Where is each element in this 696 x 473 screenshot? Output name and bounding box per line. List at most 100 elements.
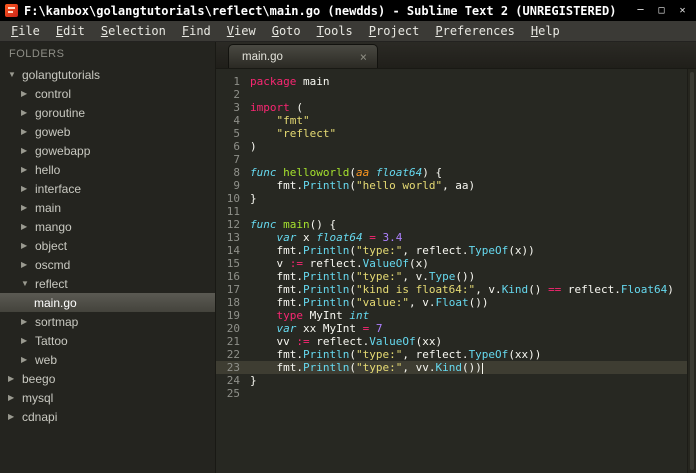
code-line-18[interactable]: 18 fmt.Println("value:", v.Float()) xyxy=(216,296,696,309)
window-title: F:\kanbox\golangtutorials\reflect\main.g… xyxy=(24,3,617,18)
chevron-right-icon[interactable]: ▶ xyxy=(21,355,35,364)
code-line-9[interactable]: 9 fmt.Println("hello world", aa) xyxy=(216,179,696,192)
menu-edit[interactable]: Edit xyxy=(48,22,93,40)
tree-item-label: mysql xyxy=(22,390,54,405)
tree-item-label: goweb xyxy=(35,124,71,139)
code-line-7[interactable]: 7 xyxy=(216,153,696,166)
chevron-right-icon[interactable]: ▶ xyxy=(21,241,35,250)
code-line-25[interactable]: 25 xyxy=(216,387,696,400)
sidebar-item-goroutine[interactable]: ▶ goroutine xyxy=(0,103,215,122)
sidebar-item-gowebapp[interactable]: ▶ gowebapp xyxy=(0,141,215,160)
code-line-24[interactable]: 24} xyxy=(216,374,696,387)
menu-tools[interactable]: Tools xyxy=(309,22,361,40)
menu-goto[interactable]: Goto xyxy=(264,22,309,40)
sidebar-item-cdnapi[interactable]: ▶ cdnapi xyxy=(0,407,215,426)
code-text: fmt.Println("value:", v.Float()) xyxy=(250,296,489,309)
code-line-23[interactable]: 23 fmt.Println("type:", vv.Kind()) xyxy=(216,361,696,374)
code-line-20[interactable]: 20 var xx MyInt = 7 xyxy=(216,322,696,335)
menu-find[interactable]: Find xyxy=(174,22,219,40)
sidebar-item-main[interactable]: ▶ main xyxy=(0,198,215,217)
code-line-13[interactable]: 13 var x float64 = 3.4 xyxy=(216,231,696,244)
line-number: 15 xyxy=(226,257,240,270)
menu-preferences[interactable]: Preferences xyxy=(427,22,522,40)
code-editor[interactable]: 1 package main 2 3 import (4 "fmt" 5 "reflect… xyxy=(216,69,696,473)
chevron-down-icon[interactable]: ▼ xyxy=(21,279,35,288)
tree-item-label: sortmap xyxy=(35,314,79,329)
code-text: "reflect" xyxy=(276,127,337,140)
sidebar-item-tattoo[interactable]: ▶ Tattoo xyxy=(0,331,215,350)
code-line-19[interactable]: 19 type MyInt int xyxy=(216,309,696,322)
chevron-right-icon[interactable]: ▶ xyxy=(8,393,22,402)
sublime-window: F:\kanbox\golangtutorials\reflect\main.g… xyxy=(0,0,696,473)
maximize-button[interactable]: □ xyxy=(653,4,670,18)
sidebar-file-main-go[interactable]: main.go xyxy=(0,293,215,312)
sidebar-item-reflect[interactable]: ▼ reflect xyxy=(0,274,215,293)
menu-view[interactable]: View xyxy=(219,22,264,40)
chevron-down-icon[interactable]: ▼ xyxy=(8,70,22,79)
chevron-right-icon[interactable]: ▶ xyxy=(21,222,35,231)
code-line-6[interactable]: 6) xyxy=(216,140,696,153)
code-line-8[interactable]: 8 func helloworld(aa float64) { xyxy=(216,166,696,179)
code-text: func main() { xyxy=(250,218,337,231)
code-line-14[interactable]: 14 fmt.Println("type:", reflect.TypeOf(x… xyxy=(216,244,696,257)
tree-item-label: web xyxy=(35,352,58,367)
code-line-16[interactable]: 16 fmt.Println("type:", v.Type()) xyxy=(216,270,696,283)
chevron-right-icon[interactable]: ▶ xyxy=(21,165,35,174)
code-line-11[interactable]: 11 xyxy=(216,205,696,218)
code-line-21[interactable]: 21 vv := reflect.ValueOf(xx) xyxy=(216,335,696,348)
menu-selection[interactable]: Selection xyxy=(93,22,174,40)
sidebar-item-sortmap[interactable]: ▶ sortmap xyxy=(0,312,215,331)
sidebar-item-hello[interactable]: ▶ hello xyxy=(0,160,215,179)
chevron-right-icon[interactable]: ▶ xyxy=(21,108,35,117)
tab-close-icon[interactable]: × xyxy=(360,50,367,64)
chevron-right-icon[interactable]: ▶ xyxy=(21,127,35,136)
chevron-right-icon[interactable]: ▶ xyxy=(21,146,35,155)
code-text: fmt.Println("type:", vv.Kind()) xyxy=(250,361,483,374)
sidebar-item-web[interactable]: ▶ web xyxy=(0,350,215,369)
code-text: fmt.Println("type:", reflect.TypeOf(x)) xyxy=(250,244,535,257)
code-line-15[interactable]: 15 v := reflect.ValueOf(x) xyxy=(216,257,696,270)
code-line-2[interactable]: 2 xyxy=(216,88,696,101)
code-text: } xyxy=(250,192,257,205)
menu-help[interactable]: Help xyxy=(523,22,568,40)
code-text: fmt.Println("type:", reflect.TypeOf(xx)) xyxy=(250,348,542,361)
code-text: func helloworld(aa float64) { xyxy=(250,166,443,179)
chevron-right-icon[interactable]: ▶ xyxy=(8,374,22,383)
code-line-17[interactable]: 17 fmt.Println("kind is float64:", v.Kin… xyxy=(216,283,696,296)
chevron-right-icon[interactable]: ▶ xyxy=(21,317,35,326)
code-line-10[interactable]: 10} xyxy=(216,192,696,205)
close-button[interactable]: ✕ xyxy=(674,4,691,18)
editor-scrollbar[interactable] xyxy=(687,69,696,473)
code-line-3[interactable]: 3 import ( xyxy=(216,101,696,114)
tree-item-label: interface xyxy=(35,181,82,196)
chevron-right-icon[interactable]: ▶ xyxy=(21,336,35,345)
code-line-22[interactable]: 22 fmt.Println("type:", reflect.TypeOf(x… xyxy=(216,348,696,361)
chevron-right-icon[interactable]: ▶ xyxy=(8,412,22,421)
code-line-4[interactable]: 4 "fmt" xyxy=(216,114,696,127)
chevron-right-icon[interactable]: ▶ xyxy=(21,260,35,269)
sidebar: FOLDERS ▼ golangtutorials ▶ control ▶ gorouti… xyxy=(0,42,215,473)
code-line-12[interactable]: 12 func main() { xyxy=(216,218,696,231)
code-text: fmt.Println("type:", v.Type()) xyxy=(250,270,476,283)
sidebar-item-object[interactable]: ▶ object xyxy=(0,236,215,255)
menu-project[interactable]: Project xyxy=(361,22,428,40)
sidebar-item-interface[interactable]: ▶ interface xyxy=(0,179,215,198)
line-number: 7 xyxy=(233,153,240,166)
tab-main-go[interactable]: main.go × xyxy=(228,44,378,68)
sidebar-item-beego[interactable]: ▶ beego xyxy=(0,369,215,388)
code-line-1[interactable]: 1 package main xyxy=(216,75,696,88)
minimize-button[interactable]: ─ xyxy=(632,4,649,18)
sidebar-item-mysql[interactable]: ▶ mysql xyxy=(0,388,215,407)
menu-file[interactable]: File xyxy=(3,22,48,40)
sidebar-item-control[interactable]: ▶ control xyxy=(0,84,215,103)
sidebar-item-oscmd[interactable]: ▶ oscmd xyxy=(0,255,215,274)
text-cursor xyxy=(481,362,483,374)
sidebar-item-mango[interactable]: ▶ mango xyxy=(0,217,215,236)
code-line-5[interactable]: 5 "reflect" xyxy=(216,127,696,140)
chevron-right-icon[interactable]: ▶ xyxy=(21,89,35,98)
chevron-right-icon[interactable]: ▶ xyxy=(21,184,35,193)
scrollbar-thumb[interactable] xyxy=(690,72,694,470)
sidebar-item-goweb[interactable]: ▶ goweb xyxy=(0,122,215,141)
chevron-right-icon[interactable]: ▶ xyxy=(21,203,35,212)
sidebar-item-golangtutorials[interactable]: ▼ golangtutorials xyxy=(0,65,215,84)
